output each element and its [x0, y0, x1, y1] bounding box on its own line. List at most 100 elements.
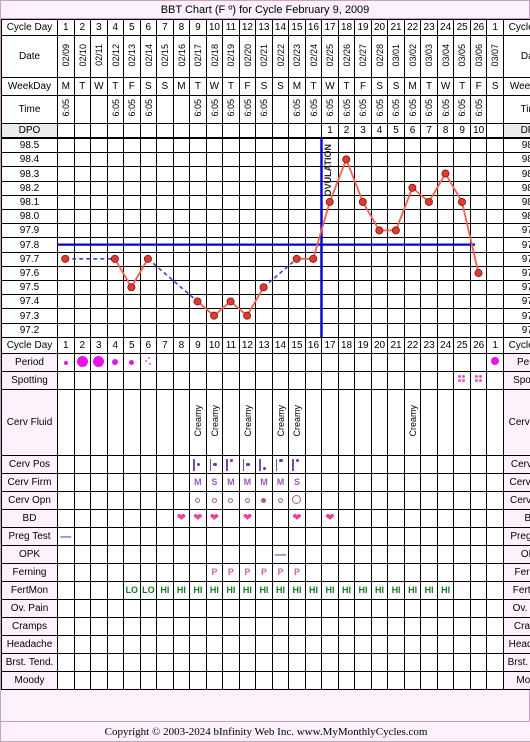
cerv_fluid-cell[interactable]: [437, 390, 454, 456]
cycle-day-cell[interactable]: 19: [355, 20, 372, 36]
fertmon-cell[interactable]: HI: [388, 582, 405, 600]
cycle-day-cell[interactable]: 17: [322, 338, 339, 354]
ferning-cell[interactable]: P: [239, 564, 256, 582]
spotting-cell[interactable]: [421, 372, 438, 390]
fertmon-cell[interactable]: HI: [404, 582, 421, 600]
cerv_fluid-cell[interactable]: [157, 390, 174, 456]
cerv_pos-cell[interactable]: [388, 456, 405, 474]
brst_tend-cell[interactable]: [157, 654, 174, 672]
brst_tend-cell[interactable]: [338, 654, 355, 672]
ov_pain-cell[interactable]: [487, 600, 504, 618]
cerv_pos-cell[interactable]: [58, 456, 75, 474]
cerv_firm-cell[interactable]: M: [190, 474, 207, 492]
cerv_firm-cell[interactable]: [487, 474, 504, 492]
time-cell[interactable]: [272, 96, 289, 124]
spotting-cell[interactable]: [371, 372, 388, 390]
bd-cell[interactable]: [124, 510, 141, 528]
cramps-cell[interactable]: [355, 618, 372, 636]
time-cell[interactable]: 6:05: [58, 96, 75, 124]
spotting-cell[interactable]: [322, 372, 339, 390]
fertmon-cell[interactable]: HI: [421, 582, 438, 600]
cycle-day-cell[interactable]: 11: [223, 20, 240, 36]
cerv_fluid-cell[interactable]: Creamy: [239, 390, 256, 456]
cerv_opn-cell[interactable]: [190, 492, 207, 510]
preg_test-cell[interactable]: [454, 528, 471, 546]
moody-cell[interactable]: [338, 672, 355, 690]
cerv_opn-cell[interactable]: [173, 492, 190, 510]
bd-cell[interactable]: [487, 510, 504, 528]
cerv_firm-cell[interactable]: [107, 474, 124, 492]
brst_tend-cell[interactable]: [140, 654, 157, 672]
opk-cell[interactable]: [190, 546, 207, 564]
headache-cell[interactable]: [421, 636, 438, 654]
bd-cell[interactable]: ❤: [173, 510, 190, 528]
cerv_fluid-cell[interactable]: [140, 390, 157, 456]
cycle-day-cell[interactable]: 18: [338, 338, 355, 354]
opk-cell[interactable]: [437, 546, 454, 564]
moody-cell[interactable]: [124, 672, 141, 690]
ferning-cell[interactable]: [305, 564, 322, 582]
cramps-cell[interactable]: [157, 618, 174, 636]
spotting-cell[interactable]: [355, 372, 372, 390]
fertmon-cell[interactable]: HI: [338, 582, 355, 600]
opk-cell[interactable]: [74, 546, 91, 564]
cycle-day-cell[interactable]: 14: [272, 20, 289, 36]
cycle-day-cell[interactable]: 1: [58, 338, 75, 354]
opk-cell[interactable]: [289, 546, 306, 564]
cramps-cell[interactable]: [206, 618, 223, 636]
bd-cell[interactable]: ❤: [322, 510, 339, 528]
time-cell[interactable]: 6:05: [322, 96, 339, 124]
headache-cell[interactable]: [256, 636, 273, 654]
spotting-cell[interactable]: [58, 372, 75, 390]
ov_pain-cell[interactable]: [289, 600, 306, 618]
opk-cell[interactable]: [338, 546, 355, 564]
time-cell[interactable]: [157, 96, 174, 124]
time-cell[interactable]: 6:05: [124, 96, 141, 124]
headache-cell[interactable]: [124, 636, 141, 654]
fertmon-cell[interactable]: [91, 582, 108, 600]
spotting-cell[interactable]: [140, 372, 157, 390]
moody-cell[interactable]: [454, 672, 471, 690]
cramps-cell[interactable]: [322, 618, 339, 636]
bd-cell[interactable]: [272, 510, 289, 528]
period-cell[interactable]: [190, 354, 207, 372]
period-cell[interactable]: [371, 354, 388, 372]
spotting-cell[interactable]: [107, 372, 124, 390]
time-cell[interactable]: 6:05: [355, 96, 372, 124]
time-cell[interactable]: 6:05: [305, 96, 322, 124]
bd-cell[interactable]: [305, 510, 322, 528]
ferning-cell[interactable]: [487, 564, 504, 582]
preg_test-cell[interactable]: [206, 528, 223, 546]
moody-cell[interactable]: [157, 672, 174, 690]
cycle-day-cell[interactable]: 9: [190, 338, 207, 354]
headache-cell[interactable]: [107, 636, 124, 654]
opk-cell[interactable]: [58, 546, 75, 564]
cerv_firm-cell[interactable]: S: [289, 474, 306, 492]
cerv_opn-cell[interactable]: [404, 492, 421, 510]
bd-cell[interactable]: [140, 510, 157, 528]
headache-cell[interactable]: [272, 636, 289, 654]
ov_pain-cell[interactable]: [206, 600, 223, 618]
bd-cell[interactable]: [404, 510, 421, 528]
brst_tend-cell[interactable]: [487, 654, 504, 672]
bd-cell[interactable]: [355, 510, 372, 528]
cycle-day-cell[interactable]: 3: [91, 20, 108, 36]
moody-cell[interactable]: [272, 672, 289, 690]
cycle-day-cell[interactable]: 5: [124, 20, 141, 36]
moody-cell[interactable]: [206, 672, 223, 690]
preg_test-cell[interactable]: [371, 528, 388, 546]
ov_pain-cell[interactable]: [256, 600, 273, 618]
opk-cell[interactable]: [239, 546, 256, 564]
brst_tend-cell[interactable]: [206, 654, 223, 672]
opk-cell[interactable]: [421, 546, 438, 564]
spotting-cell[interactable]: [124, 372, 141, 390]
cramps-cell[interactable]: [223, 618, 240, 636]
fertmon-cell[interactable]: LO: [124, 582, 141, 600]
headache-cell[interactable]: [305, 636, 322, 654]
time-cell[interactable]: 6:05: [371, 96, 388, 124]
headache-cell[interactable]: [173, 636, 190, 654]
cerv_fluid-cell[interactable]: Creamy: [289, 390, 306, 456]
cerv_pos-cell[interactable]: [256, 456, 273, 474]
cycle-day-cell[interactable]: 11: [223, 338, 240, 354]
time-cell[interactable]: 6:05: [338, 96, 355, 124]
